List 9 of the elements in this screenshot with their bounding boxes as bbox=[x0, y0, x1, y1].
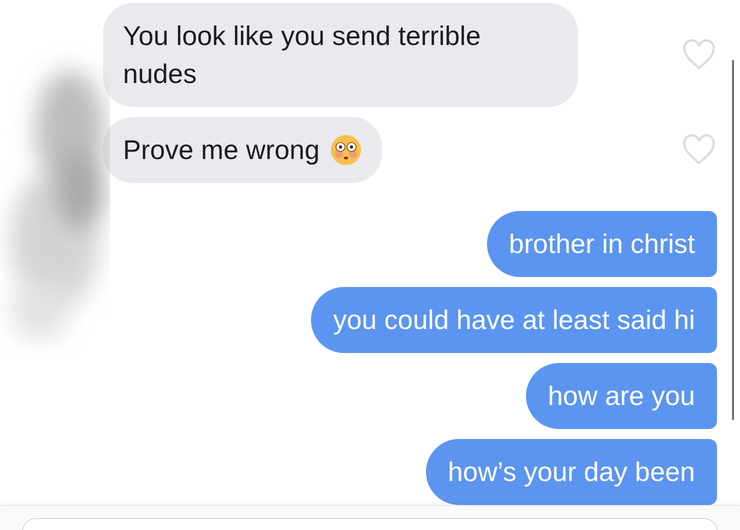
message-text: You look like you send terrible nudes bbox=[123, 20, 482, 91]
message-bubble: how’s your day been bbox=[426, 439, 717, 505]
message-bubble: brother in christ bbox=[486, 211, 717, 277]
message-text: Prove me wrong bbox=[123, 134, 320, 167]
flushed-face-icon bbox=[330, 134, 362, 166]
message-bubble: how are you bbox=[526, 363, 717, 429]
heart-icon[interactable] bbox=[681, 134, 717, 166]
heart-icon[interactable] bbox=[681, 39, 717, 71]
message-bubble: you could have at least said hi bbox=[311, 287, 717, 353]
